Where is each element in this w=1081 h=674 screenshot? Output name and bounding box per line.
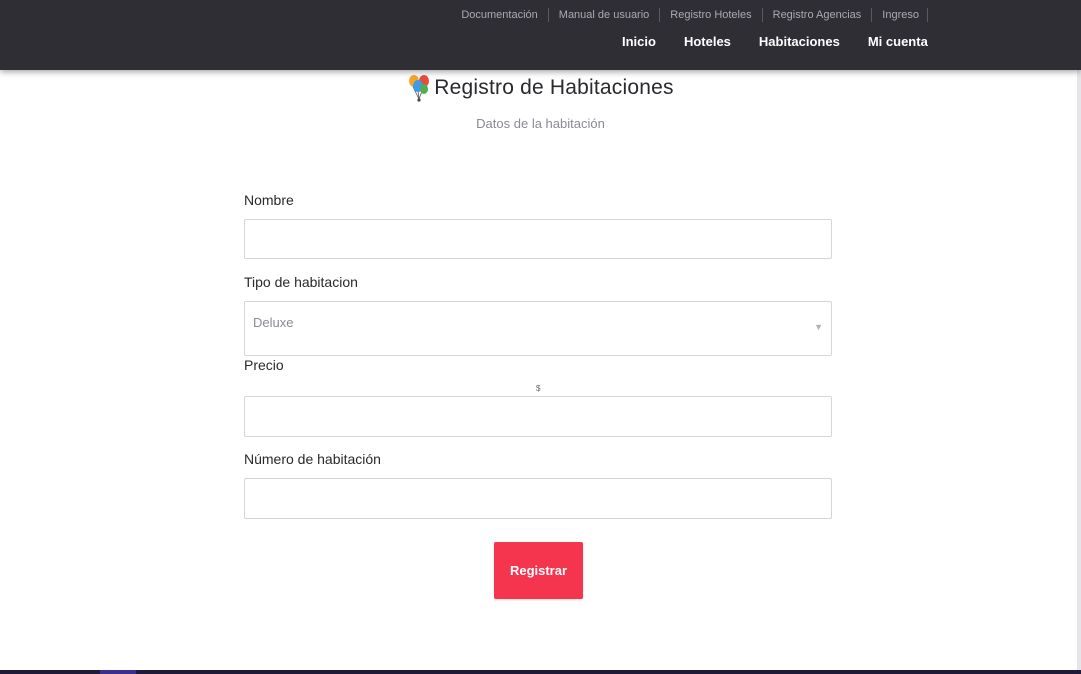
top-navbar: Documentación Manual de usuario Registro… (0, 0, 1081, 70)
nav-link-ingreso[interactable]: Ingreso (872, 8, 928, 22)
numero-habitacion-label: Número de habitación (244, 451, 381, 467)
nav-link-inicio[interactable]: Inicio (608, 34, 670, 50)
nombre-label: Nombre (244, 192, 294, 208)
page-subtitle: Datos de la habitación (476, 116, 605, 131)
utility-nav: Documentación Manual de usuario Registro… (451, 8, 928, 22)
bottom-strip-accent (100, 670, 136, 674)
page-header: Registro de Habitaciones (0, 73, 1081, 103)
nav-link-mi-cuenta[interactable]: Mi cuenta (854, 34, 942, 50)
tipo-habitacion-label: Tipo de habitacion (244, 274, 358, 290)
numero-habitacion-input[interactable] (244, 478, 832, 519)
nav-link-hoteles[interactable]: Hoteles (670, 34, 745, 50)
chevron-down-icon: ▼ (814, 322, 823, 332)
currency-symbol: $ (536, 384, 541, 393)
tipo-habitacion-value: Deluxe (253, 315, 294, 330)
main-nav: Inicio Hoteles Habitaciones Mi cuenta (608, 34, 942, 50)
precio-label: Precio (244, 357, 284, 373)
nav-link-manual-usuario[interactable]: Manual de usuario (549, 8, 661, 22)
page-title: Registro de Habitaciones (434, 76, 674, 99)
precio-input[interactable] (244, 396, 832, 437)
nombre-input[interactable] (244, 219, 832, 259)
nav-link-habitaciones[interactable]: Habitaciones (745, 34, 854, 50)
registrar-button[interactable]: Registrar (494, 542, 583, 599)
balloons-icon (409, 75, 430, 102)
nav-link-documentacion[interactable]: Documentación (451, 8, 549, 22)
nav-link-registro-agencias[interactable]: Registro Agencias (763, 8, 873, 22)
tipo-habitacion-select[interactable]: Deluxe ▼ (244, 301, 832, 356)
nav-link-registro-hoteles[interactable]: Registro Hoteles (660, 8, 763, 22)
bottom-taskbar-strip (0, 670, 1081, 674)
